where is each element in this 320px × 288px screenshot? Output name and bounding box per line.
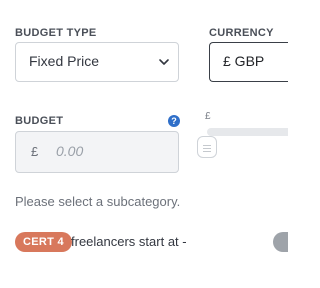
currency-label: CURRENCY bbox=[209, 27, 274, 39]
budget-slider-handle[interactable] bbox=[197, 136, 217, 158]
budget-input[interactable]: £ 0.00 bbox=[15, 131, 179, 173]
grey-badge bbox=[273, 232, 288, 252]
freelancers-text: freelancers start at - bbox=[71, 234, 187, 249]
budget-type-label: BUDGET TYPE bbox=[15, 27, 97, 39]
currency-value: £ GBP bbox=[223, 53, 265, 69]
question-circle-icon[interactable]: ? bbox=[168, 115, 180, 127]
currency-select[interactable]: £ GBP bbox=[209, 42, 288, 82]
subcategory-message: Please select a subcategory. bbox=[15, 194, 181, 209]
budget-form: BUDGET TYPE Fixed Price CURRENCY £ GBP B… bbox=[0, 0, 288, 288]
budget-type-value: Fixed Price bbox=[29, 53, 100, 69]
budget-label: BUDGET bbox=[15, 115, 64, 127]
cert-badge: CERT 4 bbox=[15, 232, 72, 252]
budget-slider-track[interactable] bbox=[207, 128, 288, 136]
budget-placeholder: 0.00 bbox=[56, 143, 84, 159]
budget-type-select[interactable]: Fixed Price bbox=[15, 42, 179, 82]
budget-currency-symbol: £ bbox=[31, 144, 39, 159]
slider-currency-symbol: £ bbox=[205, 111, 211, 122]
grip-lines-icon bbox=[203, 145, 211, 146]
chevron-down-icon bbox=[159, 59, 169, 65]
